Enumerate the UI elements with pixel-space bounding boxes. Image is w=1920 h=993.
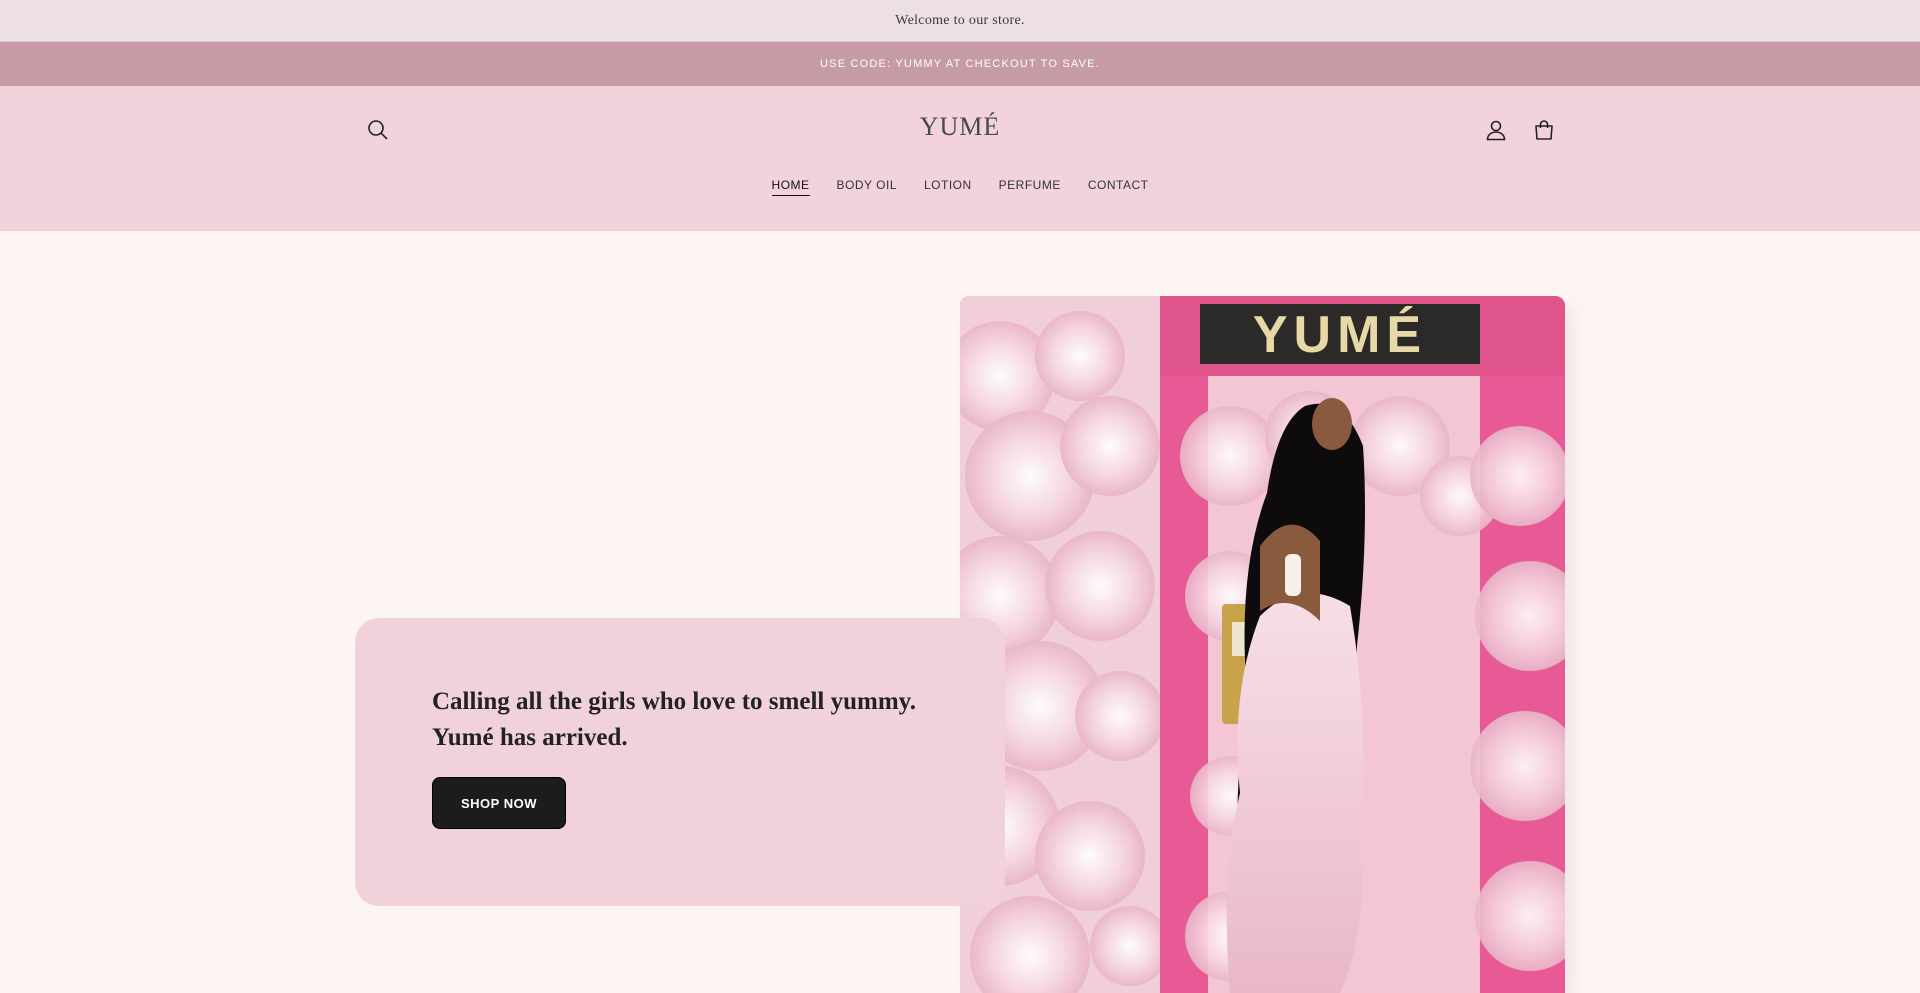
nav-contact[interactable]: CONTACT: [1088, 178, 1149, 196]
account-button[interactable]: [1478, 112, 1514, 148]
nav-perfume[interactable]: PERFUME: [999, 178, 1061, 196]
shop-now-button[interactable]: SHOP NOW: [432, 777, 566, 829]
main-nav: HOME BODY OIL LOTION PERFUME CONTACT: [0, 178, 1920, 196]
hero-photo-illustration: YUMÉ: [960, 296, 1565, 993]
cart-button[interactable]: [1526, 112, 1562, 148]
welcome-text: Welcome to our store.: [895, 12, 1025, 28]
site-header: YUMÉ HOME BODY OIL LOTION PERFUME CONTAC…: [0, 86, 1920, 231]
site-logo[interactable]: YUMÉ: [0, 112, 1920, 142]
hero-image: YUMÉ: [960, 296, 1565, 993]
promo-bar: USE CODE: YUMMY AT CHECKOUT TO SAVE.: [0, 42, 1920, 86]
cart-icon: [1535, 120, 1553, 140]
announcement-bar: Welcome to our store.: [0, 0, 1920, 42]
nav-home[interactable]: HOME: [771, 178, 810, 196]
nav-lotion[interactable]: LOTION: [924, 178, 972, 196]
booth-sign-text: YUMÉ: [1253, 306, 1427, 364]
promo-text: USE CODE: YUMMY AT CHECKOUT TO SAVE.: [820, 58, 1100, 70]
hero-card: Calling all the girls who love to smell …: [355, 618, 1005, 906]
nav-body-oil[interactable]: BODY OIL: [837, 178, 897, 196]
account-icon: [1486, 120, 1506, 141]
hero-headline: Calling all the girls who love to smell …: [432, 688, 917, 751]
